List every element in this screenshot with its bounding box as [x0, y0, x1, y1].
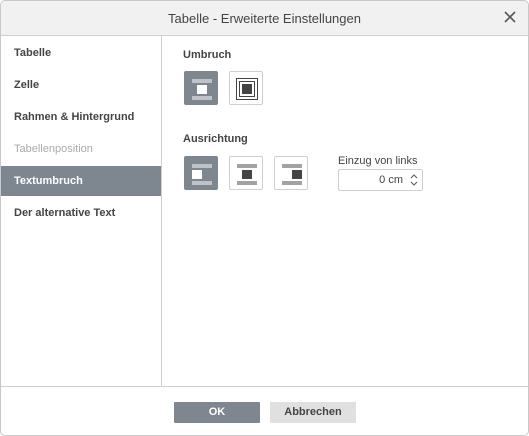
- wrap-flow-icon: [236, 78, 258, 100]
- indent-left-input[interactable]: 0 cm: [338, 169, 423, 191]
- sidebar-item-table[interactable]: Tabelle: [1, 38, 161, 68]
- cancel-button[interactable]: Abbrechen: [270, 402, 356, 423]
- wrap-inline-button[interactable]: [184, 71, 218, 105]
- dialog-footer: OK Abbrechen: [1, 386, 528, 435]
- close-icon[interactable]: [500, 7, 520, 27]
- sidebar-item-text-wrapping[interactable]: Textumbruch: [1, 166, 161, 196]
- sidebar: Tabelle Zelle Rahmen & Hintergrund Tabel…: [1, 36, 162, 386]
- align-right-icon: [282, 164, 302, 185]
- sidebar-item-table-position: Tabellenposition: [14, 143, 93, 155]
- indent-left-label: Einzug von links: [338, 155, 418, 167]
- wrap-flow-button[interactable]: [229, 71, 263, 105]
- align-center-icon: [237, 164, 257, 185]
- align-left-button[interactable]: [184, 156, 218, 190]
- ok-button[interactable]: OK: [174, 402, 260, 423]
- align-right-button[interactable]: [274, 156, 308, 190]
- advanced-settings-dialog: Tabelle - Erweiterte Einstellungen Tabel…: [0, 0, 529, 436]
- wrap-inline-icon: [192, 79, 212, 100]
- settings-panel: Umbruch Ausrichtung Einzug von links 0 c…: [163, 36, 528, 386]
- sidebar-item-borders-background[interactable]: Rahmen & Hintergrund: [1, 102, 161, 132]
- alignment-section-label: Ausrichtung: [183, 133, 248, 145]
- sidebar-item-alt-text[interactable]: Der alternative Text: [1, 198, 161, 228]
- spinner-arrows-icon[interactable]: [408, 171, 420, 189]
- indent-left-value: 0 cm: [379, 174, 403, 186]
- align-center-button[interactable]: [229, 156, 263, 190]
- sidebar-item-cell[interactable]: Zelle: [1, 70, 161, 100]
- wrap-section-label: Umbruch: [183, 49, 232, 61]
- align-left-icon: [192, 164, 212, 185]
- dialog-title: Tabelle - Erweiterte Einstellungen: [168, 11, 361, 26]
- title-bar: Tabelle - Erweiterte Einstellungen: [1, 1, 528, 36]
